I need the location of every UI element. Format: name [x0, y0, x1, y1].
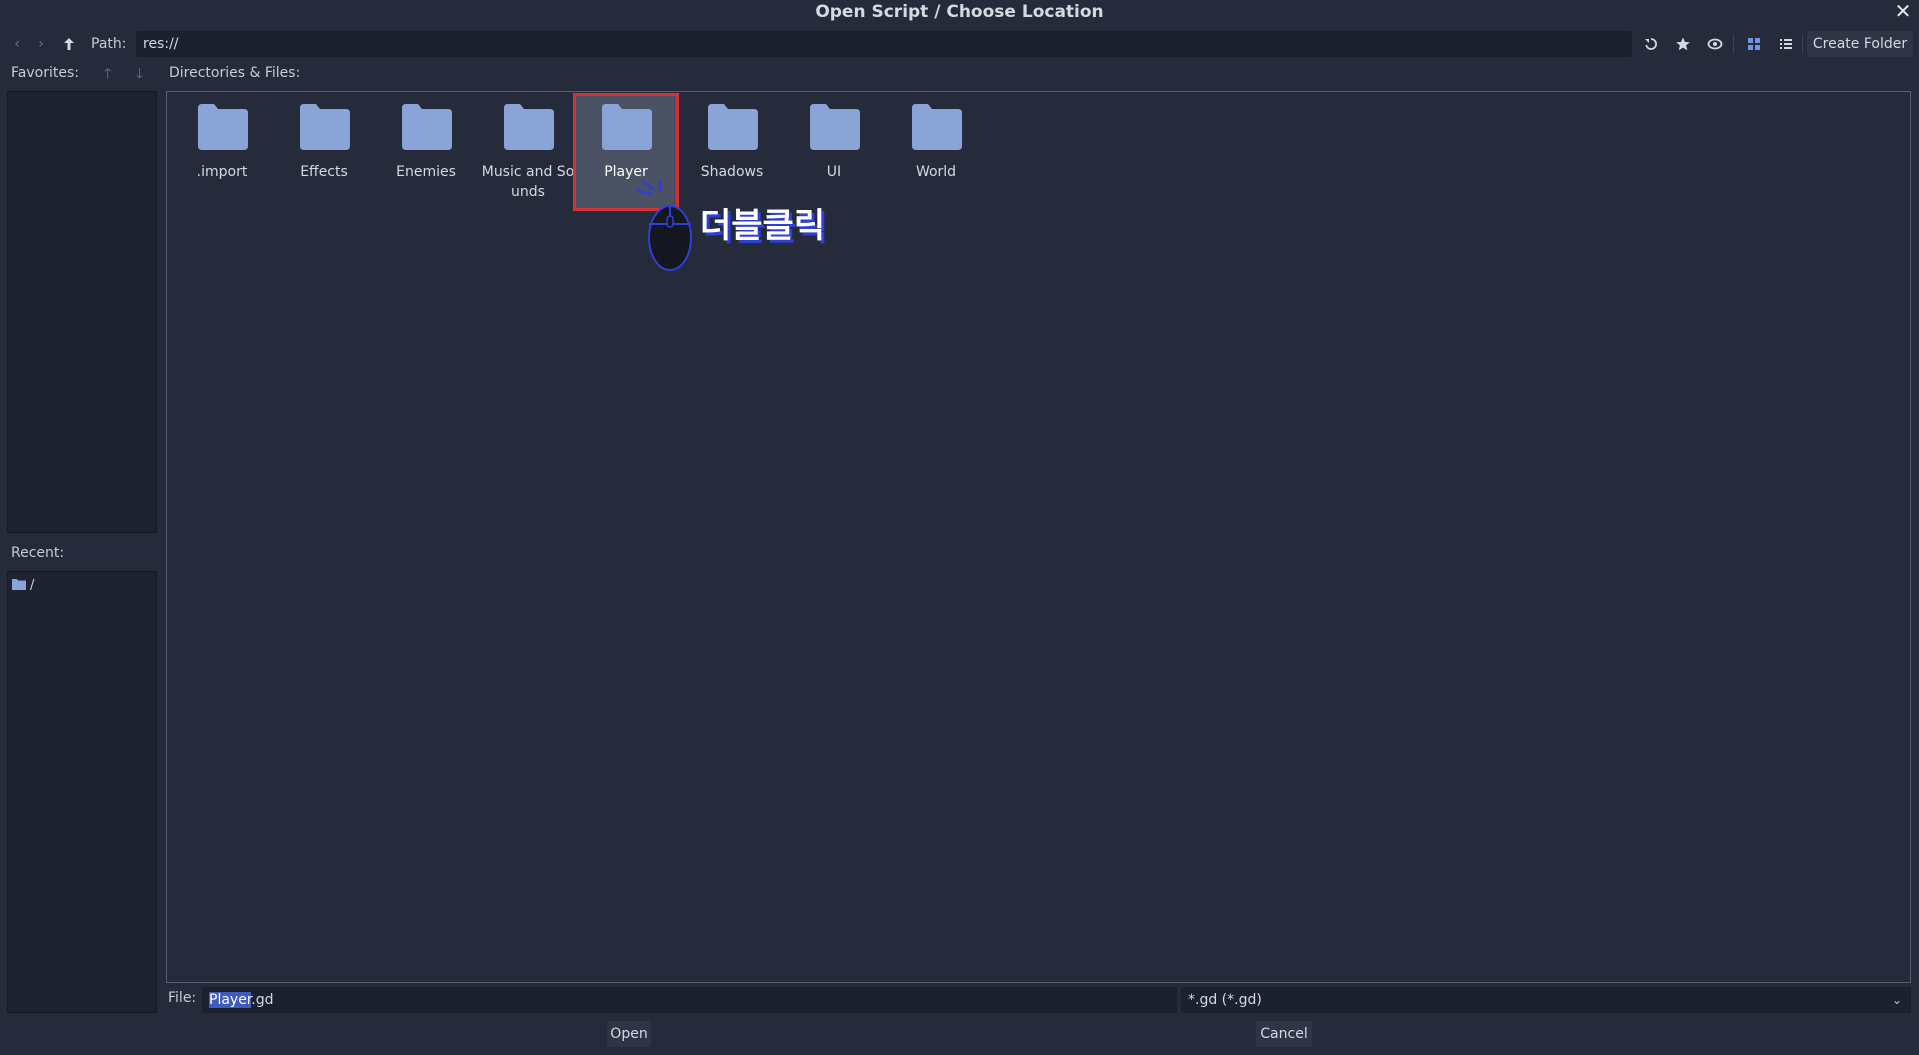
- toolbar: ‹ › Path: res:// Create Folder: [0, 31, 1919, 57]
- file-filter-value: *.gd (*.gd): [1188, 992, 1262, 1008]
- refresh-icon[interactable]: [1639, 31, 1663, 57]
- cancel-button[interactable]: Cancel: [1256, 1021, 1312, 1047]
- forward-icon[interactable]: ›: [29, 31, 53, 57]
- close-icon[interactable]: ✕: [1893, 0, 1913, 22]
- folder-icon: [602, 104, 652, 150]
- folder-item-world[interactable]: World: [886, 96, 986, 208]
- recent-list[interactable]: [7, 571, 157, 1013]
- files-grid[interactable]: .import Effects Enemies Music and So und…: [166, 91, 1911, 983]
- folder-name: .import: [196, 164, 248, 180]
- toggle-hidden-eye-icon[interactable]: [1703, 31, 1727, 57]
- folder-icon: [504, 104, 554, 150]
- folder-name: World: [915, 164, 957, 180]
- directories-files-label: Directories & Files:: [169, 65, 301, 81]
- favorite-star-icon[interactable]: [1671, 31, 1695, 57]
- path-input[interactable]: res://: [136, 31, 1632, 57]
- folder-icon: [810, 104, 860, 150]
- folder-name: Shadows: [700, 164, 764, 180]
- folder-name: Music and So unds: [481, 164, 575, 200]
- folder-name: UI: [826, 164, 842, 180]
- move-favorite-down-icon[interactable]: 🡓: [136, 63, 143, 87]
- double-click-annotation: 더블클릭: [700, 206, 826, 246]
- recent-item-label: /: [30, 578, 35, 593]
- mouse-icon: [635, 180, 692, 271]
- folder-name: Player: [604, 164, 648, 180]
- open-button[interactable]: Open: [607, 1021, 651, 1047]
- folder-icon: [708, 104, 758, 150]
- dialog-title: Open Script / Choose Location: [815, 2, 1104, 22]
- folder-item-effects[interactable]: Effects: [274, 96, 374, 208]
- folder-item-import[interactable]: .import: [172, 96, 272, 208]
- folder-item-music-and-sounds[interactable]: Music and So unds: [478, 96, 578, 208]
- favorites-label: Favorites:: [11, 65, 79, 81]
- toolbar-separator: [1802, 34, 1803, 54]
- folder-icon: [402, 104, 452, 150]
- folder-item-shadows[interactable]: Shadows: [682, 96, 782, 208]
- grid-view-icon[interactable]: [1742, 31, 1766, 57]
- file-label: File:: [168, 990, 197, 1006]
- folder-icon: [12, 579, 26, 590]
- folder-name: Effects: [300, 164, 348, 180]
- back-icon[interactable]: ‹: [5, 31, 29, 57]
- folder-icon: [300, 104, 350, 150]
- file-name-input[interactable]: Player.gd: [202, 987, 1177, 1013]
- create-folder-button[interactable]: Create Folder: [1807, 31, 1913, 57]
- file-name-selected: Player: [209, 992, 252, 1008]
- file-name-extension: .gd: [251, 992, 274, 1008]
- favorites-list[interactable]: [7, 91, 157, 533]
- folder-item-ui[interactable]: UI: [784, 96, 884, 208]
- path-label: Path:: [91, 36, 127, 52]
- list-item[interactable]: /: [12, 578, 34, 593]
- folder-icon: [198, 104, 248, 150]
- list-view-icon[interactable]: [1774, 31, 1798, 57]
- move-favorite-up-icon[interactable]: 🡑: [104, 63, 111, 87]
- folder-item-enemies[interactable]: Enemies: [376, 96, 476, 208]
- toolbar-separator: [1733, 34, 1734, 54]
- file-filter-select[interactable]: *.gd (*.gd) ⌄: [1181, 987, 1911, 1013]
- go-up-icon[interactable]: [57, 31, 81, 57]
- chevron-down-icon: ⌄: [1891, 993, 1902, 1007]
- recent-label: Recent:: [11, 545, 65, 561]
- folder-icon: [912, 104, 962, 150]
- folder-name: Enemies: [396, 164, 456, 180]
